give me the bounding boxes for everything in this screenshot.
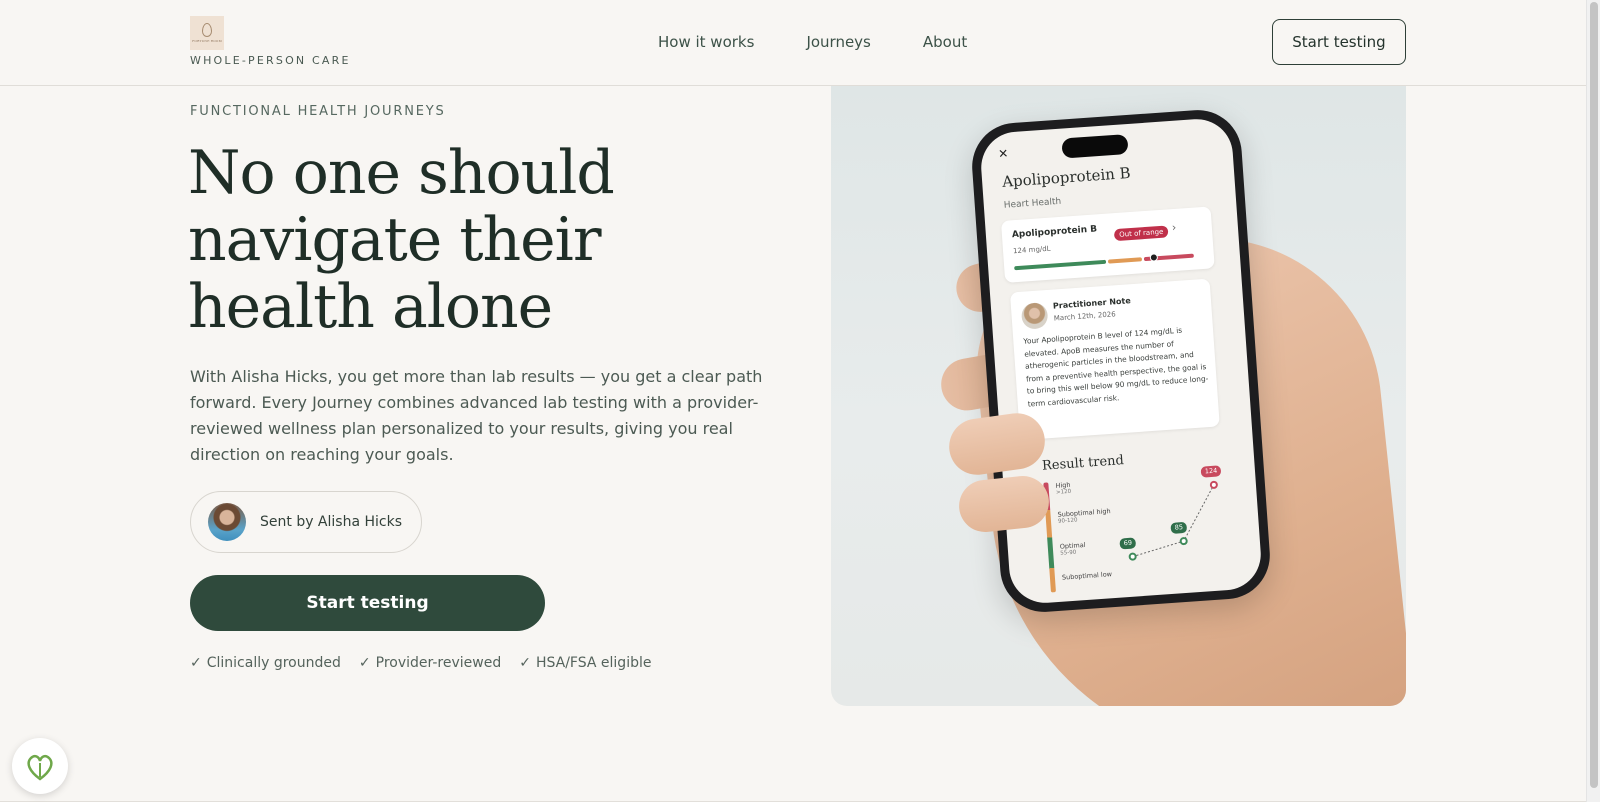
hero-image-phone-in-hand: ✕ Apolipoprotein B Heart Health Apolipop… bbox=[831, 86, 1406, 706]
sender-text: Sent by Alisha Hicks bbox=[260, 514, 403, 530]
scrollbar-thumb[interactable] bbox=[1590, 2, 1598, 788]
checkmark-icon: ✓ bbox=[519, 655, 531, 671]
checkmark-icon: ✓ bbox=[358, 655, 371, 671]
leaf-icon bbox=[202, 23, 212, 37]
nav-how-it-works[interactable]: How it works bbox=[658, 33, 754, 51]
check-item: ✓ HSA/FSA eligible bbox=[519, 655, 651, 671]
site-header: FORTUNE ROOM WHOLE-PERSON CARE How it wo… bbox=[0, 0, 1586, 86]
logo-tagline: WHOLE-PERSON CARE bbox=[190, 54, 351, 67]
phone-mockup: ✕ Apolipoprotein B Heart Health Apolipop… bbox=[969, 107, 1273, 615]
checkmark-icon: ✓ bbox=[190, 655, 202, 671]
hero-eyebrow: FUNCTIONAL HEALTH JOURNEYS bbox=[190, 104, 446, 119]
check-label: Provider-reviewed bbox=[375, 655, 502, 671]
trend-point-label: 124 bbox=[1200, 465, 1222, 478]
sender-pill: Sent by Alisha Hicks bbox=[190, 491, 422, 553]
hero-start-testing-button[interactable]: Start testing bbox=[190, 575, 545, 631]
nav-about[interactable]: About bbox=[923, 33, 967, 51]
page-scrollbar[interactable] bbox=[1586, 0, 1600, 802]
hero-headline: No one should navigate their health alon… bbox=[188, 138, 615, 342]
check-item: ✓ Clinically grounded bbox=[190, 655, 341, 671]
main-nav: How it works Journeys About bbox=[658, 33, 967, 51]
phone-screen: ✕ Apolipoprotein B Heart Health Apolipop… bbox=[978, 116, 1264, 606]
page: FORTUNE ROOM WHOLE-PERSON CARE How it wo… bbox=[0, 0, 1586, 802]
logo[interactable]: FORTUNE ROOM WHOLE-PERSON CARE bbox=[190, 16, 348, 67]
benefit-checks: ✓ Clinically grounded ✓ Provider-reviewe… bbox=[190, 655, 651, 671]
hero-lead: With Alisha Hicks, you get more than lab… bbox=[190, 367, 763, 464]
check-label: Clinically grounded bbox=[206, 655, 341, 671]
trend-line bbox=[1132, 484, 1215, 558]
check-item: ✓ Provider-reviewed bbox=[359, 655, 501, 671]
logo-mark: FORTUNE ROOM bbox=[190, 16, 224, 50]
logo-brand-text: FORTUNE ROOM bbox=[192, 39, 222, 43]
check-label: HSA/FSA eligible bbox=[535, 655, 652, 671]
leaf-heart-icon bbox=[27, 754, 53, 781]
trend-point-label: 85 bbox=[1170, 521, 1188, 534]
nav-journeys[interactable]: Journeys bbox=[806, 33, 870, 51]
header-start-testing-button[interactable]: Start testing bbox=[1272, 19, 1406, 65]
trend-point-label: 69 bbox=[1119, 537, 1137, 550]
chat-widget-button[interactable] bbox=[12, 738, 68, 794]
avatar bbox=[208, 503, 246, 541]
